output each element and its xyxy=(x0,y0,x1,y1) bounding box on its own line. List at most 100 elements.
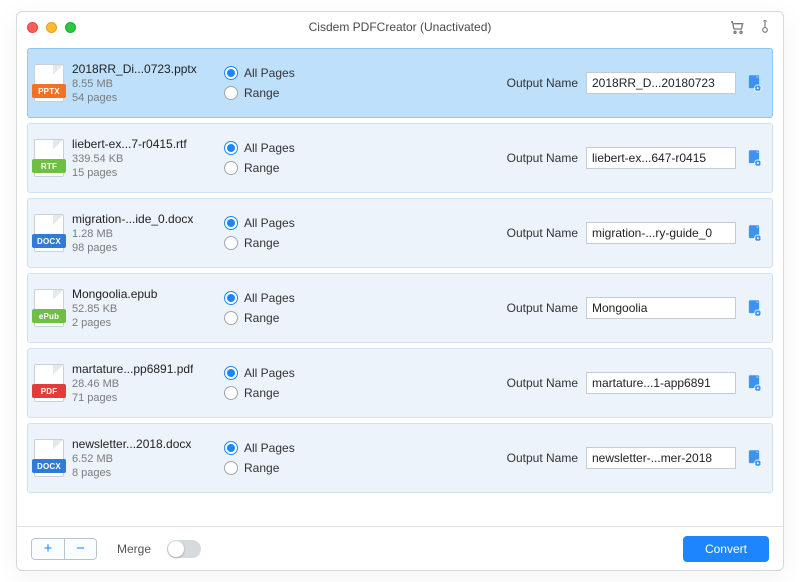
output-name-input[interactable] xyxy=(586,222,736,244)
file-size: 8.55 MB xyxy=(72,78,197,90)
all-pages-radio[interactable]: All Pages xyxy=(224,66,354,80)
range-radio[interactable]: Range xyxy=(224,386,354,400)
file-row[interactable]: PPTX 2018RR_Di...0723.pptx 8.55 MB 54 pa… xyxy=(27,48,773,118)
file-size: 6.52 MB xyxy=(72,453,191,465)
merge-toggle[interactable] xyxy=(167,540,201,558)
all-pages-label: All Pages xyxy=(244,66,295,80)
output-name-label: Output Name xyxy=(507,226,578,240)
radio-off-icon xyxy=(224,161,238,175)
all-pages-label: All Pages xyxy=(244,366,295,380)
radio-off-icon xyxy=(224,461,238,475)
file-pages: 2 pages xyxy=(72,317,157,329)
file-name: Mongoolia.epub xyxy=(72,287,157,301)
filetype-icon: RTF xyxy=(34,139,64,177)
zoom-icon[interactable] xyxy=(65,22,76,33)
convert-button[interactable]: Convert xyxy=(683,536,769,562)
merge-label: Merge xyxy=(117,542,151,556)
file-info: PDF martature...pp6891.pdf 28.46 MB 71 p… xyxy=(34,362,224,404)
radio-off-icon xyxy=(224,386,238,400)
range-radio[interactable]: Range xyxy=(224,236,354,250)
all-pages-radio[interactable]: All Pages xyxy=(224,141,354,155)
range-label: Range xyxy=(244,386,279,400)
range-radio[interactable]: Range xyxy=(224,311,354,325)
file-info: DOCX newsletter...2018.docx 6.52 MB 8 pa… xyxy=(34,437,224,479)
radio-on-icon xyxy=(224,366,238,380)
page-range-group: All Pages Range xyxy=(224,141,354,175)
minimize-icon[interactable] xyxy=(46,22,57,33)
file-settings-icon[interactable] xyxy=(746,224,762,242)
output-name-input[interactable] xyxy=(586,372,736,394)
filetype-badge: PDF xyxy=(32,384,66,398)
file-row[interactable]: PDF martature...pp6891.pdf 28.46 MB 71 p… xyxy=(27,348,773,418)
radio-on-icon xyxy=(224,441,238,455)
file-pages: 71 pages xyxy=(72,392,193,404)
output-name-input[interactable] xyxy=(586,447,736,469)
radio-on-icon xyxy=(224,141,238,155)
range-label: Range xyxy=(244,86,279,100)
all-pages-radio[interactable]: All Pages xyxy=(224,366,354,380)
output-name-input[interactable] xyxy=(586,297,736,319)
app-window: Cisdem PDFCreator (Unactivated) PPTX 201… xyxy=(16,11,784,571)
output-name-input[interactable] xyxy=(586,72,736,94)
file-settings-icon[interactable] xyxy=(746,149,762,167)
file-pages: 15 pages xyxy=(72,167,187,179)
file-name: newsletter...2018.docx xyxy=(72,437,191,451)
output-name-label: Output Name xyxy=(507,451,578,465)
file-row[interactable]: DOCX migration-...ide_0.docx 1.28 MB 98 … xyxy=(27,198,773,268)
output-group: Output Name xyxy=(507,297,736,319)
file-settings-icon[interactable] xyxy=(746,374,762,392)
filetype-badge: ePub xyxy=(32,309,66,323)
filetype-badge: PPTX xyxy=(32,84,66,98)
file-list: PPTX 2018RR_Di...0723.pptx 8.55 MB 54 pa… xyxy=(17,42,783,526)
filetype-icon: PPTX xyxy=(34,64,64,102)
file-row[interactable]: DOCX newsletter...2018.docx 6.52 MB 8 pa… xyxy=(27,423,773,493)
output-name-label: Output Name xyxy=(507,301,578,315)
range-label: Range xyxy=(244,311,279,325)
range-radio[interactable]: Range xyxy=(224,161,354,175)
radio-on-icon xyxy=(224,291,238,305)
output-name-input[interactable] xyxy=(586,147,736,169)
window-title: Cisdem PDFCreator (Unactivated) xyxy=(17,20,783,34)
output-group: Output Name xyxy=(507,372,736,394)
file-settings-icon[interactable] xyxy=(746,74,762,92)
file-pages: 8 pages xyxy=(72,467,191,479)
radio-off-icon xyxy=(224,236,238,250)
file-info: PPTX 2018RR_Di...0723.pptx 8.55 MB 54 pa… xyxy=(34,62,224,104)
add-button[interactable]: + xyxy=(32,539,64,559)
file-settings-icon[interactable] xyxy=(746,449,762,467)
file-size: 339.54 KB xyxy=(72,153,187,165)
output-name-label: Output Name xyxy=(507,76,578,90)
cart-icon[interactable] xyxy=(729,19,745,35)
file-info: ePub Mongoolia.epub 52.85 KB 2 pages xyxy=(34,287,224,329)
file-name: liebert-ex...7-r0415.rtf xyxy=(72,137,187,151)
range-radio[interactable]: Range xyxy=(224,86,354,100)
radio-on-icon xyxy=(224,216,238,230)
radio-off-icon xyxy=(224,311,238,325)
file-size: 28.46 MB xyxy=(72,378,193,390)
output-group: Output Name xyxy=(507,222,736,244)
file-row[interactable]: ePub Mongoolia.epub 52.85 KB 2 pages All… xyxy=(27,273,773,343)
range-label: Range xyxy=(244,461,279,475)
all-pages-radio[interactable]: All Pages xyxy=(224,441,354,455)
thermometer-icon[interactable] xyxy=(757,19,773,35)
range-label: Range xyxy=(244,236,279,250)
radio-on-icon xyxy=(224,66,238,80)
page-range-group: All Pages Range xyxy=(224,366,354,400)
file-row[interactable]: RTF liebert-ex...7-r0415.rtf 339.54 KB 1… xyxy=(27,123,773,193)
all-pages-radio[interactable]: All Pages xyxy=(224,216,354,230)
filetype-icon: ePub xyxy=(34,289,64,327)
file-settings-icon[interactable] xyxy=(746,299,762,317)
range-radio[interactable]: Range xyxy=(224,461,354,475)
close-icon[interactable] xyxy=(27,22,38,33)
file-size: 1.28 MB xyxy=(72,228,193,240)
all-pages-label: All Pages xyxy=(244,141,295,155)
output-name-label: Output Name xyxy=(507,376,578,390)
remove-button[interactable]: − xyxy=(64,539,96,559)
filetype-badge: RTF xyxy=(32,159,66,173)
range-label: Range xyxy=(244,161,279,175)
all-pages-label: All Pages xyxy=(244,441,295,455)
file-pages: 98 pages xyxy=(72,242,193,254)
output-name-label: Output Name xyxy=(507,151,578,165)
all-pages-radio[interactable]: All Pages xyxy=(224,291,354,305)
radio-off-icon xyxy=(224,86,238,100)
